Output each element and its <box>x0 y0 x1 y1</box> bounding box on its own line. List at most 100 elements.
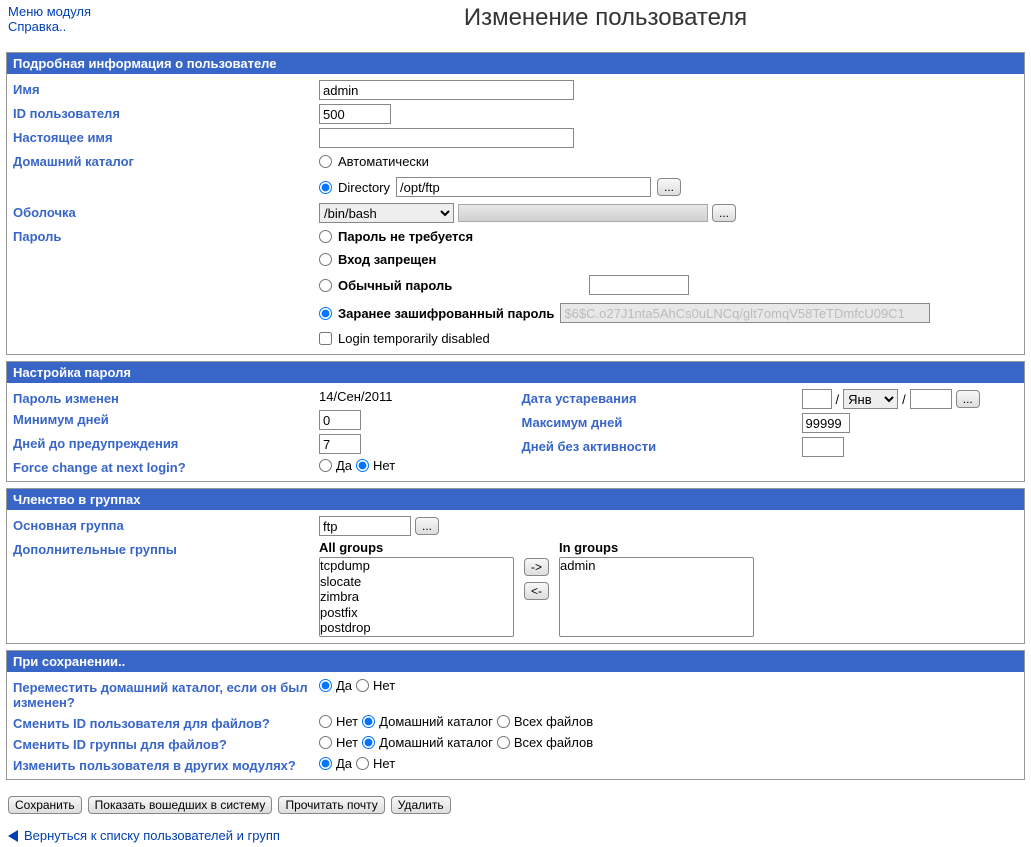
shell-custom-disabled <box>458 204 708 222</box>
pw-templock-checkbox[interactable] <box>319 332 332 345</box>
pw-min-input[interactable] <box>319 410 361 430</box>
pw-preenc-radio[interactable] <box>319 307 332 320</box>
pw-max-input[interactable] <box>802 413 850 433</box>
back-arrow-icon <box>8 830 18 842</box>
name-input[interactable] <box>319 80 574 100</box>
others-no-label: Нет <box>373 756 395 771</box>
expire-day-input[interactable] <box>802 389 832 409</box>
pw-normal-input[interactable] <box>589 275 689 295</box>
shell-browse-button[interactable]: ... <box>712 204 736 222</box>
primary-group-browse-button[interactable]: ... <box>415 517 439 535</box>
label-password: Пароль <box>13 227 319 244</box>
pw-normal-label: Обычный пароль <box>338 278 452 293</box>
pw-normal-radio[interactable] <box>319 279 332 292</box>
pw-none-label: Пароль не требуется <box>338 229 473 244</box>
ingroups-label: In groups <box>559 540 754 555</box>
pw-preenc-label: Заранее зашифрованный пароль <box>338 306 554 321</box>
chgid-home-label: Домашний каталог <box>379 735 493 750</box>
label-pw-expire: Дата устаревания <box>522 389 802 406</box>
pw-preenc-input[interactable] <box>560 303 930 323</box>
pw-nologin-label: Вход запрещен <box>338 252 436 267</box>
allgroups-select[interactable]: tcpdump slocate zimbra postfix postdrop <box>319 557 514 637</box>
chuid-no-label: Нет <box>336 714 358 729</box>
others-yes-radio[interactable] <box>319 757 332 770</box>
homedir-auto-label: Автоматически <box>338 154 429 169</box>
label-realname: Настоящее имя <box>13 128 319 145</box>
read-mail-button[interactable]: Прочитать почту <box>278 796 384 814</box>
label-secondary: Дополнительные группы <box>13 540 319 557</box>
force-no-radio[interactable] <box>356 459 369 472</box>
user-details-panel: Подробная информация о пользователе Имя … <box>6 52 1025 355</box>
chuid-all-label: Всех файлов <box>514 714 593 729</box>
others-no-radio[interactable] <box>356 757 369 770</box>
help-link[interactable]: Справка.. <box>8 19 172 34</box>
homedir-auto-radio[interactable] <box>319 155 332 168</box>
label-primary: Основная группа <box>13 516 319 533</box>
homedir-dir-radio[interactable] <box>319 181 332 194</box>
movehome-yes-label: Да <box>336 678 352 693</box>
pw-changed-value: 14/Сен/2011 <box>319 389 392 404</box>
password-settings-panel: Настройка пароля Пароль изменен 14/Сен/2… <box>6 361 1025 482</box>
delete-button[interactable]: Удалить <box>391 796 451 814</box>
pw-warn-input[interactable] <box>319 434 361 454</box>
label-chgid: Сменить ID группы для файлов? <box>13 735 319 752</box>
chuid-home-radio[interactable] <box>362 715 375 728</box>
chgid-no-radio[interactable] <box>319 736 332 749</box>
homedir-dir-label: Directory <box>338 180 390 195</box>
pw-nologin-radio[interactable] <box>319 253 332 266</box>
label-homedir: Домашний каталог <box>13 152 319 169</box>
logins-button[interactable]: Показать вошедших в систему <box>88 796 273 814</box>
label-chuid: Сменить ID пользователя для файлов? <box>13 714 319 731</box>
chgid-all-radio[interactable] <box>497 736 510 749</box>
movehome-no-label: Нет <box>373 678 395 693</box>
back-link[interactable]: Вернуться к списку пользователей и групп <box>24 828 280 843</box>
force-yes-radio[interactable] <box>319 459 332 472</box>
uid-input[interactable] <box>319 104 391 124</box>
group-add-button[interactable]: -> <box>524 558 549 576</box>
primary-group-input[interactable] <box>319 516 411 536</box>
force-yes-label: Да <box>336 458 352 473</box>
label-pw-max: Максимум дней <box>522 413 802 430</box>
allgroups-label: All groups <box>319 540 514 555</box>
chuid-home-label: Домашний каталог <box>379 714 493 729</box>
others-yes-label: Да <box>336 756 352 771</box>
module-menu-link[interactable]: Меню модуля <box>8 4 172 19</box>
realname-input[interactable] <box>319 128 574 148</box>
groups-header: Членство в группах <box>7 489 1024 510</box>
movehome-no-radio[interactable] <box>356 679 369 692</box>
chgid-no-label: Нет <box>336 735 358 750</box>
label-pw-min: Минимум дней <box>13 410 319 427</box>
label-movehome: Переместить домашний каталог, если он бы… <box>13 678 319 710</box>
label-pw-warn: Дней до предупреждения <box>13 434 319 451</box>
expire-month-select[interactable]: Янв <box>843 389 898 409</box>
label-uid: ID пользователя <box>13 104 319 121</box>
group-remove-button[interactable]: <- <box>524 582 549 600</box>
groups-panel: Членство в группах Основная группа ... Д… <box>6 488 1025 644</box>
ingroups-select[interactable]: admin <box>559 557 754 637</box>
pw-none-radio[interactable] <box>319 230 332 243</box>
pw-inactive-input[interactable] <box>802 437 844 457</box>
chuid-no-radio[interactable] <box>319 715 332 728</box>
homedir-input[interactable] <box>396 177 651 197</box>
pw-templock-label: Login temporarily disabled <box>338 331 490 346</box>
onsave-panel: При сохранении.. Переместить домашний ка… <box>6 650 1025 780</box>
force-no-label: Нет <box>373 458 395 473</box>
label-pw-inactive: Дней без активности <box>522 437 802 454</box>
chgid-all-label: Всех файлов <box>514 735 593 750</box>
expire-browse-button[interactable]: ... <box>956 390 980 408</box>
label-pw-force: Force change at next login? <box>13 458 319 475</box>
label-shell: Оболочка <box>13 203 319 220</box>
label-name: Имя <box>13 80 319 97</box>
expire-year-input[interactable] <box>910 389 952 409</box>
movehome-yes-radio[interactable] <box>319 679 332 692</box>
homedir-browse-button[interactable]: ... <box>657 178 681 196</box>
chgid-home-radio[interactable] <box>362 736 375 749</box>
onsave-header: При сохранении.. <box>7 651 1024 672</box>
chuid-all-radio[interactable] <box>497 715 510 728</box>
label-pw-changed: Пароль изменен <box>13 389 319 406</box>
label-others: Изменить пользователя в других модулях? <box>13 756 319 773</box>
password-settings-header: Настройка пароля <box>7 362 1024 383</box>
save-button[interactable]: Сохранить <box>8 796 82 814</box>
page-title: Изменение пользователя <box>180 4 1031 32</box>
shell-select[interactable]: /bin/bash <box>319 203 454 223</box>
